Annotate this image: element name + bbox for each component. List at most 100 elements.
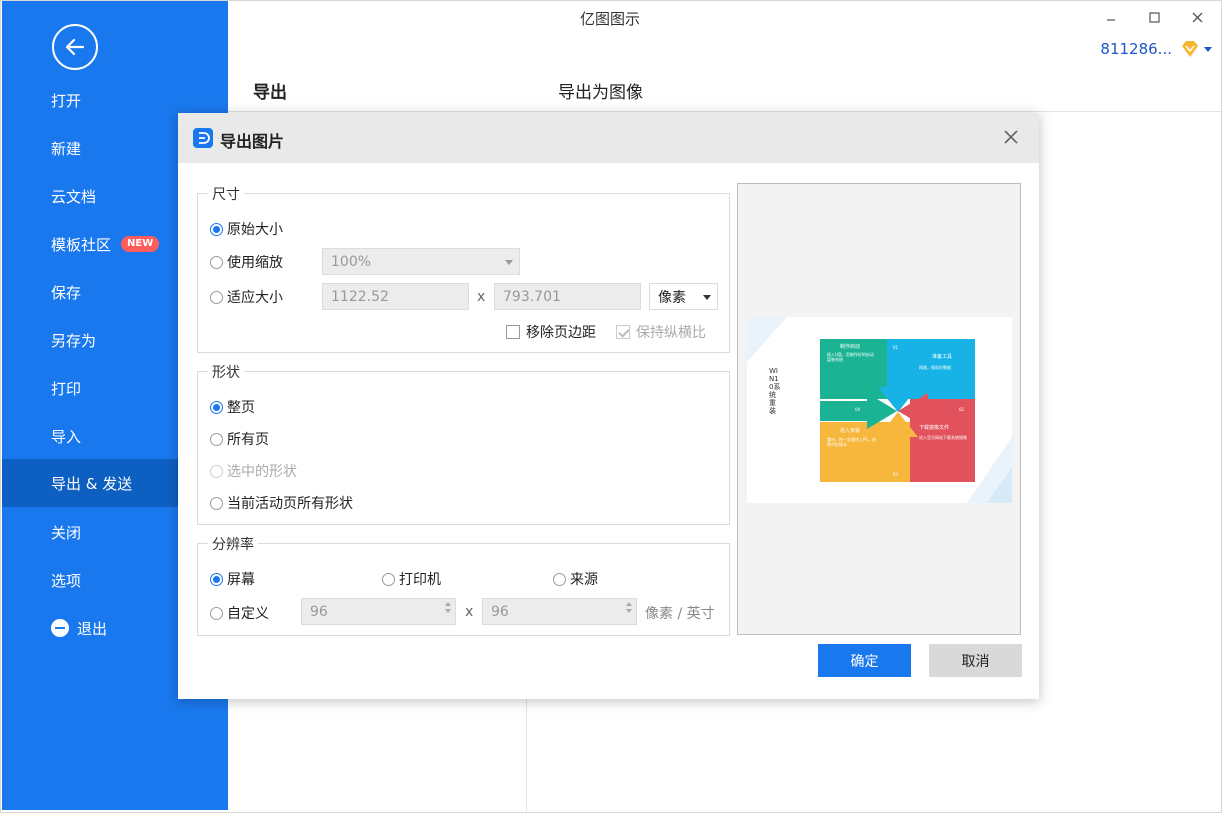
dpi-y-value: 96 <box>491 603 509 620</box>
radio-indicator <box>210 496 223 510</box>
scale-value: 100% <box>331 253 372 270</box>
dpi-y-input[interactable]: 96 <box>482 598 637 625</box>
spinner-icon[interactable] <box>626 602 632 613</box>
radio-all-pages[interactable]: 所有页 <box>210 429 269 449</box>
title-bar: 亿图图示 <box>228 0 1222 36</box>
preview-page: WIN10系统重装 制作启动 插入U盘，用制作好的启动盘装系统 准备工具 网络，… <box>747 317 1012 503</box>
back-arrow-icon[interactable] <box>52 24 98 70</box>
radio-selected-shapes[interactable]: 选中的形状 <box>210 461 297 481</box>
radio-active-page-shapes[interactable]: 当前活动页所有形状 <box>210 493 353 513</box>
preview-cell-text: 进入官方网站下载系统镜像 <box>919 435 967 440</box>
unit-value: 像素 <box>658 289 686 306</box>
radio-custom[interactable]: 自定义 <box>210 603 269 623</box>
dpi-unit-label: 像素 / 英寸 <box>645 606 715 622</box>
radio-indicator <box>553 572 566 586</box>
maximize-icon[interactable] <box>1143 6 1165 28</box>
radio-indicator <box>210 222 223 236</box>
radio-label: 原始大小 <box>227 222 283 238</box>
preview-cell-title: 准备工具 <box>932 354 953 360</box>
preview-number: 04 <box>855 407 861 412</box>
radio-screen[interactable]: 屏幕 <box>210 569 255 589</box>
radio-printer[interactable]: 打印机 <box>382 569 441 589</box>
radio-label: 打印机 <box>399 572 441 588</box>
checkbox-remove-margin[interactable]: 移除页边距 <box>506 322 596 342</box>
width-value: 1122.52 <box>331 288 389 305</box>
radio-label: 选中的形状 <box>227 464 297 480</box>
spinner-icon[interactable] <box>445 602 451 613</box>
radio-fit-size[interactable]: 适应大小 <box>210 287 283 307</box>
cancel-button[interactable]: 取消 <box>929 644 1022 677</box>
radio-label: 整页 <box>227 400 255 416</box>
user-account[interactable]: 811286... <box>1100 40 1212 58</box>
preview-cell-text: 网络，保存好数据 <box>919 365 951 370</box>
vip-diamond-icon <box>1182 41 1198 57</box>
sidebar-item-label: 新建 <box>51 139 82 158</box>
new-badge: NEW <box>121 236 160 252</box>
radio-whole-page[interactable]: 整页 <box>210 397 255 417</box>
section-title: 导出为图像 <box>558 83 643 103</box>
dpi-x-value: 96 <box>310 603 328 620</box>
dialog-title: 导出图片 <box>220 132 285 151</box>
divider <box>228 111 1222 112</box>
scale-select[interactable]: 100% <box>322 248 520 275</box>
dpi-x-input[interactable]: 96 <box>301 598 456 625</box>
resolution-group-label: 分辨率 <box>208 534 258 554</box>
user-name: 811286... <box>1100 40 1172 58</box>
height-value: 793.701 <box>503 288 561 305</box>
checkbox-label: 移除页边距 <box>526 325 596 341</box>
preview-vertical-title: WIN10系统重装 <box>769 367 781 415</box>
chevron-down-icon <box>505 260 513 265</box>
radio-indicator <box>382 572 395 586</box>
close-icon[interactable] <box>1001 127 1021 147</box>
times-sign: x <box>465 604 474 620</box>
checkbox-keep-ratio[interactable]: 保持纵横比 <box>616 322 706 342</box>
dialog-header: 导出图片 <box>178 113 1039 163</box>
minimize-icon[interactable] <box>1100 6 1122 28</box>
chevron-down-icon <box>703 295 711 300</box>
sidebar-item-label: 导入 <box>51 427 82 446</box>
radio-indicator <box>210 572 223 586</box>
chevron-down-icon[interactable] <box>1204 46 1212 52</box>
preview-cell-title: 进入安装 <box>840 428 861 434</box>
preview-cell-title: 制作启动 <box>840 344 861 350</box>
preview-cell-text: 插入U盘，用制作好的启动盘装系统 <box>827 352 874 362</box>
preview-number: 01 <box>893 345 899 350</box>
radio-indicator <box>210 255 223 269</box>
window-close-icon[interactable] <box>1186 6 1208 28</box>
radio-indicator <box>210 400 223 414</box>
radio-source[interactable]: 来源 <box>553 569 598 589</box>
radio-label: 屏幕 <box>227 572 255 588</box>
preview-number: 02 <box>959 407 965 412</box>
radio-indicator <box>210 464 223 478</box>
radio-use-scale[interactable]: 使用缩放 <box>210 252 283 272</box>
sidebar-item-label: 退出 <box>77 619 108 638</box>
preview-number: 03 <box>893 472 899 477</box>
height-input[interactable]: 793.701 <box>494 283 641 310</box>
radio-label: 所有页 <box>227 432 269 448</box>
sidebar-item-label: 选项 <box>51 571 82 590</box>
radio-indicator <box>210 290 223 304</box>
export-image-dialog: 导出图片 尺寸 原始大小 使用缩放 100% 适应大小 1122.52 x 79… <box>178 113 1039 699</box>
ok-button[interactable]: 确定 <box>818 644 911 677</box>
width-input[interactable]: 1122.52 <box>322 283 469 310</box>
times-sign: x <box>477 289 486 305</box>
radio-original-size[interactable]: 原始大小 <box>210 219 283 239</box>
sidebar-item-label: 关闭 <box>51 523 82 542</box>
size-group: 尺寸 原始大小 使用缩放 100% 适应大小 1122.52 x 793.701… <box>197 184 730 353</box>
sidebar-item-label: 另存为 <box>51 331 97 350</box>
shape-group-label: 形状 <box>208 362 244 382</box>
exit-icon <box>51 619 69 637</box>
sidebar-item-label: 保存 <box>51 283 82 302</box>
checkbox-indicator <box>616 325 630 339</box>
app-title: 亿图图示 <box>580 10 641 28</box>
shape-group: 形状 整页 所有页 选中的形状 当前活动页所有形状 <box>197 362 730 525</box>
radio-label: 来源 <box>570 572 598 588</box>
sidebar-item-label: 打开 <box>51 91 82 110</box>
page-title: 导出 <box>253 83 287 103</box>
radio-indicator <box>210 606 223 620</box>
export-preview: WIN10系统重装 制作启动 插入U盘，用制作好的启动盘装系统 准备工具 网络，… <box>737 183 1021 635</box>
radio-indicator <box>210 432 223 446</box>
checkbox-label: 保持纵横比 <box>636 325 706 341</box>
unit-select[interactable]: 像素 <box>649 283 718 310</box>
radio-label: 当前活动页所有形状 <box>227 496 353 512</box>
